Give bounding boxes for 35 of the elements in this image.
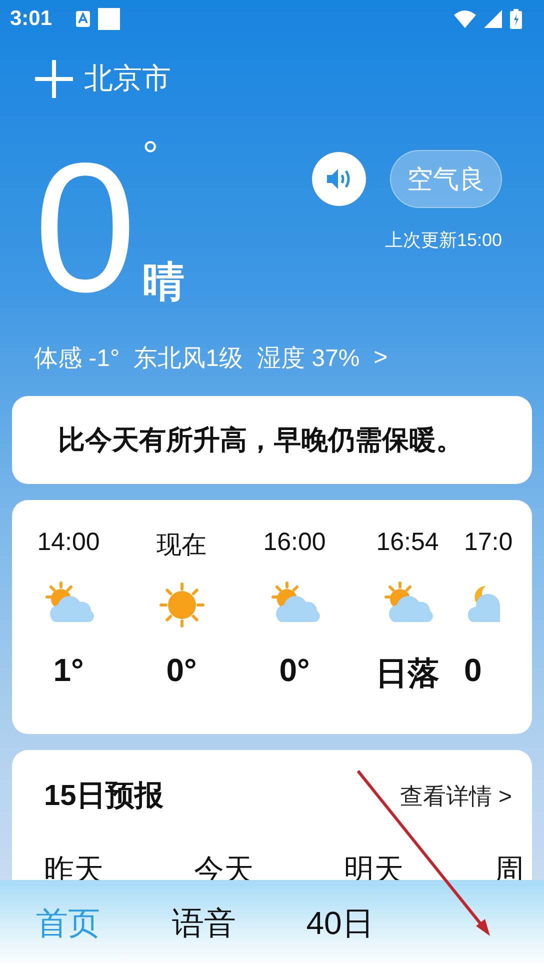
nav-tab[interactable]: 首页 xyxy=(0,898,136,950)
current-temperature: 0 xyxy=(34,142,136,312)
signal-icon xyxy=(484,10,502,28)
nav-tab[interactable]: 40日 xyxy=(272,898,408,950)
hour-time: 16:00 xyxy=(263,528,326,558)
hour-temperature: 0° xyxy=(166,652,197,689)
air-quality-button[interactable]: 空气良 xyxy=(390,150,502,208)
wifi-icon xyxy=(454,10,476,28)
hour-temperature: 0 xyxy=(464,652,482,689)
weather-detail[interactable]: 东北风1级 xyxy=(134,342,243,374)
hour-time: 14:00 xyxy=(37,528,100,558)
degree-sign: ° xyxy=(142,136,160,176)
hour-time: 现在 xyxy=(156,530,206,560)
view-details-link[interactable]: 查看详情 > xyxy=(400,780,512,812)
last-updated-text: 上次更新15:00 xyxy=(384,229,502,252)
nav-tab[interactable]: 语音 xyxy=(136,898,272,950)
weather-detail[interactable]: > xyxy=(374,344,388,372)
battery-icon xyxy=(510,9,522,29)
weather-condition: 晴 xyxy=(142,260,184,304)
speaker-icon xyxy=(326,168,352,190)
hour-time: 17:0 xyxy=(464,528,513,558)
speaker-button[interactable] xyxy=(312,152,366,206)
keyboard-notification-icon xyxy=(76,11,90,27)
status-time: 3:01 xyxy=(10,7,52,31)
weather-detail[interactable]: 体感 -1° xyxy=(34,342,120,374)
weather-detail[interactable]: 湿度 37% xyxy=(256,342,360,374)
notification-square-icon xyxy=(98,8,120,30)
hour-temperature: 1° xyxy=(53,652,84,689)
add-city-icon[interactable] xyxy=(34,59,74,99)
hour-temperature: 日落 xyxy=(376,654,440,693)
hour-time: 16:54 xyxy=(376,528,439,558)
weather-tip: 比今天有所升高，早晚仍需保暖。 xyxy=(58,424,463,457)
hour-temperature: 0° xyxy=(279,652,310,689)
forecast-title: 15日预报 xyxy=(44,779,164,814)
city-name: 北京市 xyxy=(84,62,171,97)
